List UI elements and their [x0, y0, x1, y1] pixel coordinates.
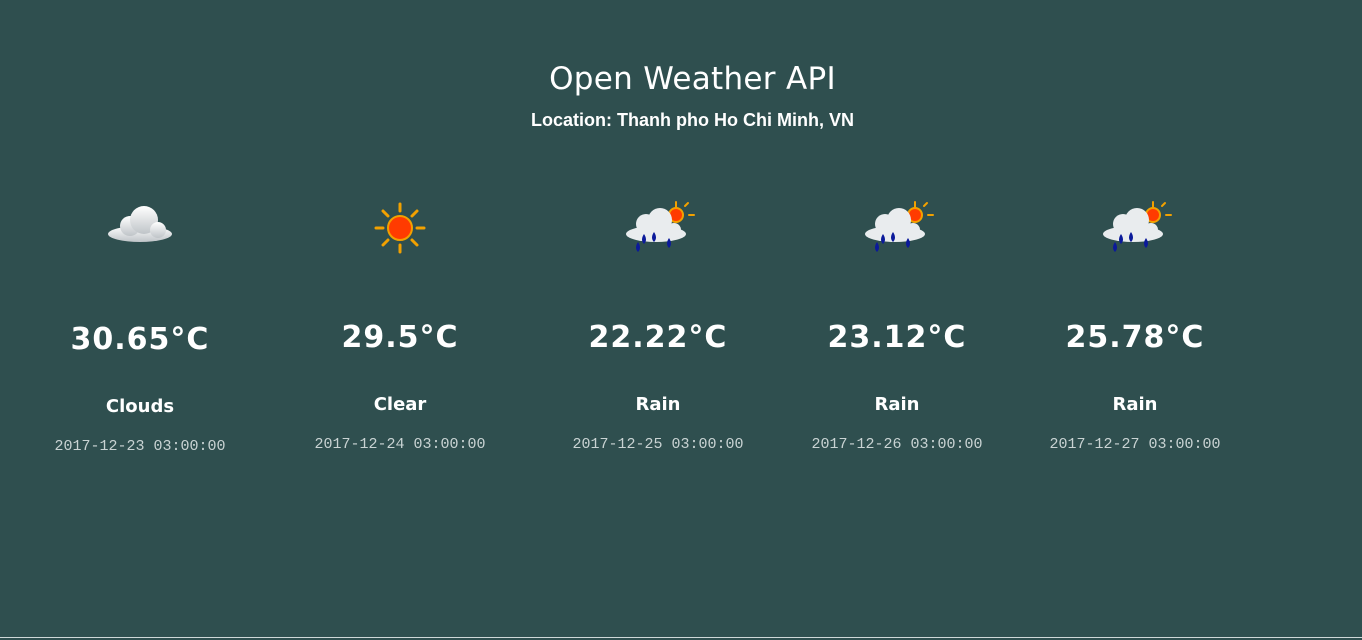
forecast-date: 2017-12-25 03:00:00: [572, 436, 744, 453]
bottom-divider: [0, 637, 1362, 638]
cloud-icon: [100, 198, 180, 258]
condition: Clear: [373, 394, 427, 415]
rain-sun-icon: [618, 198, 698, 258]
page-title: Open Weather API: [549, 60, 836, 97]
condition: Rain: [1112, 394, 1158, 415]
temperature: 22.22°C: [588, 320, 728, 355]
sun-icon: [360, 198, 440, 258]
forecast-date: 2017-12-26 03:00:00: [811, 436, 983, 453]
condition: Rain: [635, 394, 681, 415]
temperature: 25.78°C: [1065, 320, 1205, 355]
condition: Clouds: [105, 396, 175, 417]
rain-sun-icon: [1095, 198, 1175, 258]
forecast-date: 2017-12-27 03:00:00: [1049, 436, 1221, 453]
location-label: Location:: [531, 110, 612, 130]
forecast-date: 2017-12-24 03:00:00: [314, 436, 486, 453]
location-value: Thanh pho Ho Chi Minh, VN: [617, 110, 854, 130]
temperature: 23.12°C: [827, 320, 967, 355]
rain-sun-icon: [857, 198, 937, 258]
forecast-date: 2017-12-23 03:00:00: [54, 438, 226, 455]
location-line: Location: Thanh pho Ho Chi Minh, VN: [0, 110, 1362, 131]
condition: Rain: [874, 394, 920, 415]
temperature: 29.5°C: [341, 320, 459, 355]
temperature: 30.65°C: [70, 322, 210, 357]
